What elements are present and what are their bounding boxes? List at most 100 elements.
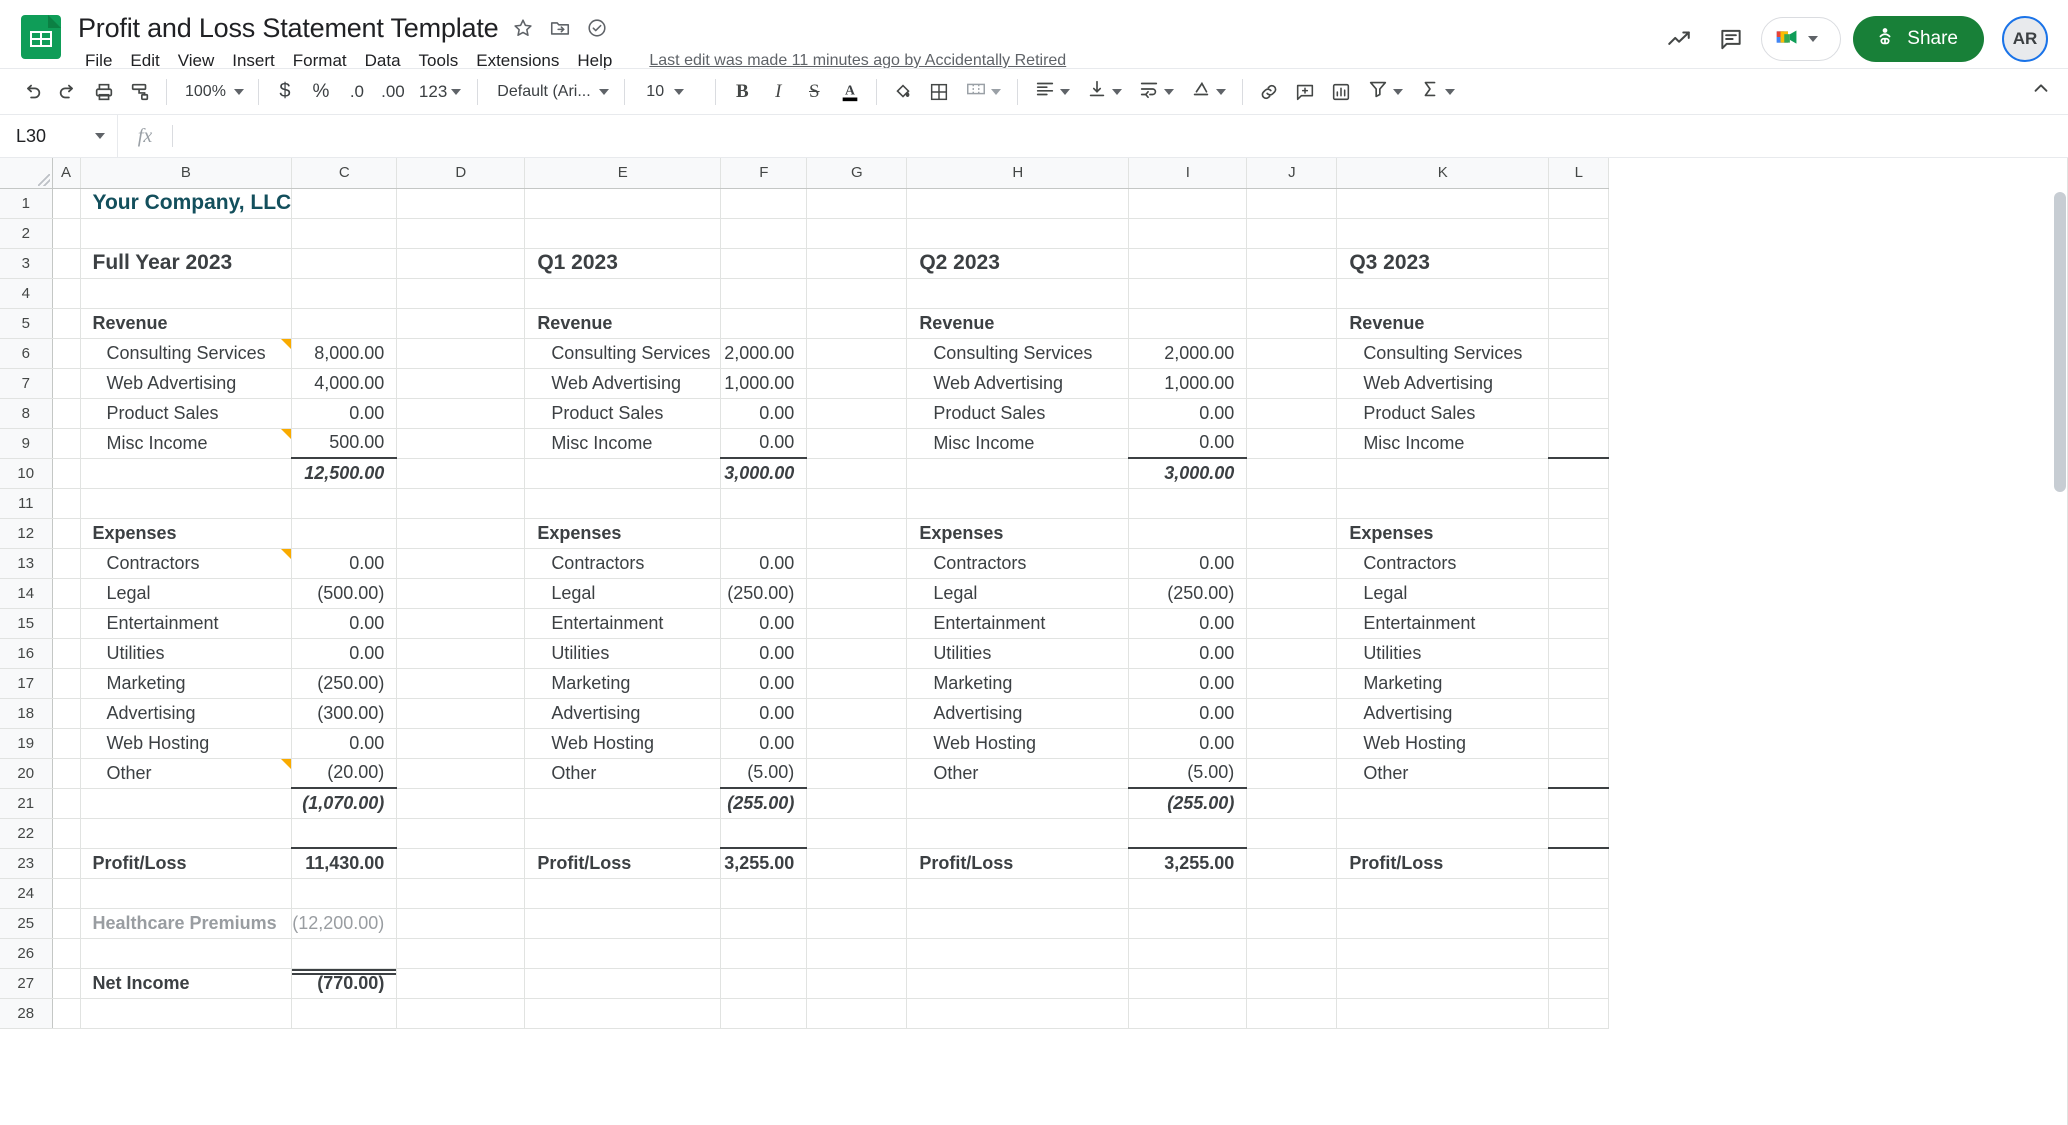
cell-B6[interactable]: Consulting Services <box>80 338 293 369</box>
cell-L27[interactable] <box>1548 968 1610 999</box>
cell-D2[interactable] <box>396 218 526 249</box>
cell-A27[interactable] <box>52 968 81 999</box>
cell-E24[interactable] <box>524 878 722 909</box>
cell-G10[interactable] <box>806 458 908 489</box>
cell-B12[interactable]: Expenses <box>80 518 293 549</box>
cell-D6[interactable] <box>396 338 526 369</box>
cell-G22[interactable] <box>806 818 908 849</box>
cell-E27[interactable] <box>524 968 722 999</box>
cell-J9[interactable] <box>1246 428 1338 459</box>
cell-E6[interactable]: Consulting Services <box>524 338 722 369</box>
row-header-12[interactable]: 12 <box>0 518 53 549</box>
cell-D1[interactable] <box>396 188 526 219</box>
row-header-24[interactable]: 24 <box>0 878 53 909</box>
cell-A21[interactable] <box>52 788 81 819</box>
cell-F23[interactable]: 3,255.00 <box>720 847 808 879</box>
currency-format-button[interactable]: $ <box>267 74 303 110</box>
cell-B20[interactable]: Other <box>80 758 293 789</box>
cell-C1[interactable] <box>291 188 398 219</box>
print-icon[interactable] <box>86 74 122 110</box>
cell-note-marker-icon[interactable] <box>281 428 291 439</box>
bold-button[interactable]: B <box>724 74 760 110</box>
cell-K3[interactable]: Q3 2023 <box>1336 248 1550 279</box>
cell-E3[interactable]: Q1 2023 <box>524 248 722 279</box>
cell-J21[interactable] <box>1246 788 1338 819</box>
cell-H27[interactable] <box>906 968 1130 999</box>
functions-button[interactable] <box>1411 74 1463 110</box>
cell-F7[interactable]: 1,000.00 <box>720 368 808 399</box>
cell-L7[interactable] <box>1548 368 1610 399</box>
cell-D27[interactable] <box>396 968 526 999</box>
cell-G11[interactable] <box>806 488 908 519</box>
cell-K10[interactable] <box>1336 458 1550 489</box>
cell-B8[interactable]: Product Sales <box>80 398 293 429</box>
cell-I28[interactable] <box>1128 998 1248 1029</box>
cell-H11[interactable] <box>906 488 1130 519</box>
cell-H18[interactable]: Advertising <box>906 698 1130 729</box>
cell-C15[interactable]: 0.00 <box>291 608 398 639</box>
cell-B19[interactable]: Web Hosting <box>80 728 293 759</box>
increase-decimal-button[interactable]: .00 <box>375 74 411 110</box>
column-header-k[interactable]: K <box>1336 158 1550 189</box>
cell-B17[interactable]: Marketing <box>80 668 293 699</box>
cell-G4[interactable] <box>806 278 908 309</box>
cell-E8[interactable]: Product Sales <box>524 398 722 429</box>
text-rotation-button[interactable] <box>1182 74 1234 110</box>
cell-L24[interactable] <box>1548 878 1610 909</box>
avatar[interactable]: AR <box>2002 16 2048 62</box>
cell-H8[interactable]: Product Sales <box>906 398 1130 429</box>
cell-G25[interactable] <box>806 908 908 939</box>
cell-A3[interactable] <box>52 248 81 279</box>
cell-A10[interactable] <box>52 458 81 489</box>
cell-F13[interactable]: 0.00 <box>720 548 808 579</box>
select-all-corner[interactable] <box>0 158 53 189</box>
cell-I18[interactable]: 0.00 <box>1128 698 1248 729</box>
cell-F22[interactable] <box>720 818 808 849</box>
cell-F8[interactable]: 0.00 <box>720 398 808 429</box>
cell-J2[interactable] <box>1246 218 1338 249</box>
cell-I19[interactable]: 0.00 <box>1128 728 1248 759</box>
chevron-down-icon[interactable] <box>1393 88 1404 95</box>
cell-G18[interactable] <box>806 698 908 729</box>
row-header-14[interactable]: 14 <box>0 578 53 609</box>
cell-H22[interactable] <box>906 818 1130 849</box>
cell-D8[interactable] <box>396 398 526 429</box>
insert-link-button[interactable] <box>1251 74 1287 110</box>
cell-E13[interactable]: Contractors <box>524 548 722 579</box>
cell-B13[interactable]: Contractors <box>80 548 293 579</box>
cell-L3[interactable] <box>1548 248 1610 279</box>
cell-B18[interactable]: Advertising <box>80 698 293 729</box>
cell-C11[interactable] <box>291 488 398 519</box>
column-header-b[interactable]: B <box>80 158 293 189</box>
cell-G2[interactable] <box>806 218 908 249</box>
cell-G19[interactable] <box>806 728 908 759</box>
cell-G15[interactable] <box>806 608 908 639</box>
row-header-6[interactable]: 6 <box>0 338 53 369</box>
cell-D5[interactable] <box>396 308 526 339</box>
cell-A2[interactable] <box>52 218 81 249</box>
cell-D23[interactable] <box>396 848 526 879</box>
text-wrap-button[interactable] <box>1130 74 1182 110</box>
cell-D3[interactable] <box>396 248 526 279</box>
row-header-25[interactable]: 25 <box>0 908 53 939</box>
cell-L6[interactable] <box>1548 338 1610 369</box>
row-header-7[interactable]: 7 <box>0 368 53 399</box>
cell-D4[interactable] <box>396 278 526 309</box>
cell-A18[interactable] <box>52 698 81 729</box>
cell-C8[interactable]: 0.00 <box>291 398 398 429</box>
cell-A4[interactable] <box>52 278 81 309</box>
cell-J16[interactable] <box>1246 638 1338 669</box>
cell-E21[interactable] <box>524 788 722 819</box>
cell-F15[interactable]: 0.00 <box>720 608 808 639</box>
cell-J19[interactable] <box>1246 728 1338 759</box>
italic-button[interactable]: I <box>760 74 796 110</box>
cell-L4[interactable] <box>1548 278 1610 309</box>
page-title[interactable]: Profit and Loss Statement Template <box>78 13 499 44</box>
cell-E18[interactable]: Advertising <box>524 698 722 729</box>
cell-A19[interactable] <box>52 728 81 759</box>
star-icon[interactable] <box>511 16 535 40</box>
cell-K26[interactable] <box>1336 938 1550 969</box>
cell-K23[interactable]: Profit/Loss <box>1336 848 1550 879</box>
cell-L5[interactable] <box>1548 308 1610 339</box>
row-header-11[interactable]: 11 <box>0 488 53 519</box>
